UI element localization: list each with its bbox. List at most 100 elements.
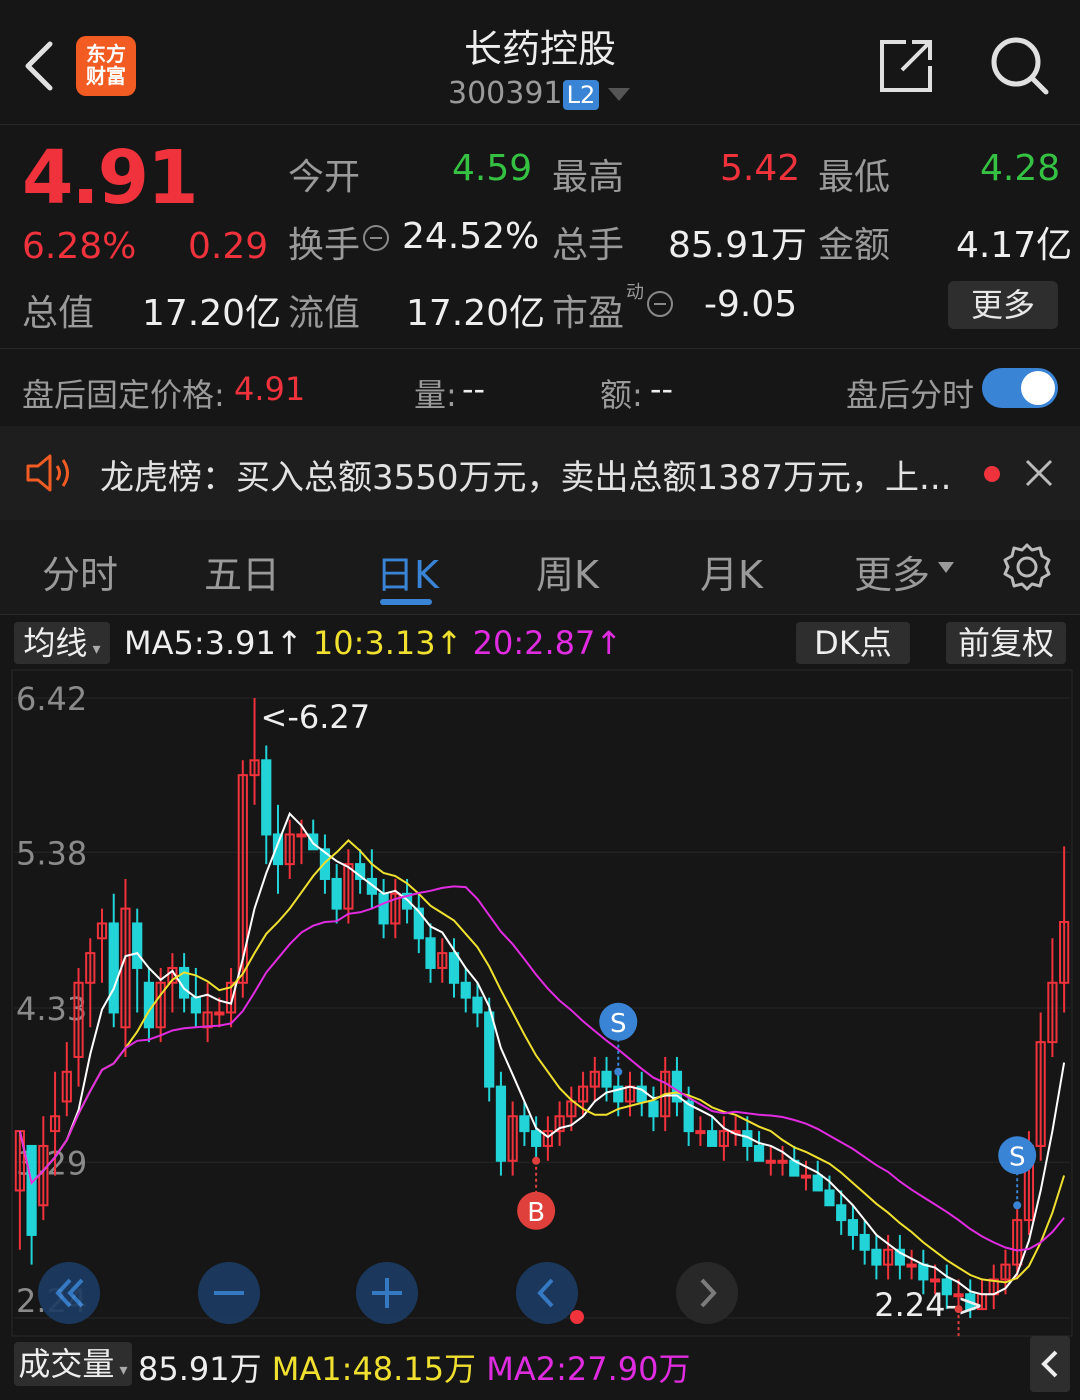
y-tick-label: 5.38 [16,834,87,872]
search-icon[interactable] [988,34,1052,98]
volume-indicator-select[interactable]: 成交量 ▾ [14,1342,132,1386]
candle-body [847,1219,859,1236]
tab-five-day[interactable]: 五日 [204,544,280,599]
volume-ma1: MA1:48.15万 [271,1350,477,1388]
expand-panel-button[interactable] [1030,1336,1070,1392]
candle-body [378,892,389,925]
candle-body [190,996,201,1014]
indicator-dot [570,1310,584,1324]
news-text: 龙虎榜：买入总额3550万元，卖出总额1387万元，上... [100,458,952,498]
kline-chart[interactable]: 6.425.384.333.292.24<-6.272.24->BSBS [0,668,1080,1338]
candle-body [214,1011,225,1016]
candle-body [918,1263,929,1281]
adjust-mode-label: 前复权 [957,624,1054,662]
candle-body [108,922,119,1014]
candle-body [331,877,342,910]
float-cap-label: 流值 [288,293,361,334]
after-hours-toggle[interactable] [982,368,1058,408]
change-percent: 6.28% [22,226,137,267]
minus-icon [214,1291,244,1295]
stock-code: 300391 [448,76,563,111]
pe-label: 市盈 [552,293,625,334]
volume-ma2: MA2:27.90万 [486,1350,691,1388]
after-hours-amt: -- [650,370,674,408]
close-icon[interactable] [1024,458,1054,488]
level2-badge[interactable]: L2 [563,80,599,110]
ma-values-row: MA5:3.91↑ 10:3.13↑ 20:2.87↑ [124,624,622,662]
double-chevron-left-icon [55,1278,84,1308]
zoom-out-button[interactable] [198,1262,260,1324]
after-hours-amt-label: 额: [600,376,643,414]
more-quote-button[interactable]: 更多 [948,281,1058,329]
candle-body [648,1100,659,1118]
tab-daily-k[interactable]: 日K [376,544,439,599]
tab-monthly-k[interactable]: 月K [700,544,763,599]
unread-dot [984,466,1000,482]
speaker-icon [26,454,69,492]
buy-marker-label: B [527,1198,545,1228]
candle-body [812,1174,823,1192]
ma-select[interactable]: 均线 ▾ [14,622,110,664]
dk-points-button[interactable]: DK点 [796,622,910,664]
sell-marker-point [614,1067,623,1076]
scroll-left-button[interactable] [516,1262,578,1324]
divider [0,348,1080,349]
tab-weekly-k[interactable]: 周K [536,544,599,599]
pe-value: -9.05 [704,284,798,325]
volume-value: 85.91万 [668,225,808,266]
candle-body [800,1174,812,1179]
zoom-in-button[interactable] [356,1262,418,1324]
candle-body [132,922,143,969]
ma10-value: 10:3.13↑ [312,624,463,662]
volume-current: 85.91万 [138,1350,262,1388]
active-tab-indicator [380,599,432,605]
candle-body [777,1159,788,1164]
candle-body [601,1070,612,1088]
max-price-label: <-6.27 [261,698,371,736]
open-value: 4.59 [452,148,533,189]
candle-body [906,1263,917,1268]
after-hours-vol: -- [462,370,486,408]
sell-marker-label: S [610,1009,627,1039]
turnover-label: 换手 [288,225,361,266]
candle-body [531,1130,542,1147]
plus-icon [372,1278,402,1308]
candle-body [448,952,460,984]
candle-body [836,1204,847,1222]
volume-values-row: 85.91万 MA1:48.15万 MA2:27.90万 [138,1344,691,1390]
buy-marker-point [532,1156,541,1165]
low-value: 4.28 [980,148,1061,189]
candle-body [824,1189,835,1207]
last-price: 4.91 [22,135,199,221]
scroll-start-button[interactable] [38,1262,100,1324]
candle-body [143,981,155,1029]
news-banner[interactable]: 龙虎榜：买入总额3550万元，卖出总额1387万元，上... [0,426,1080,520]
caret-down-icon[interactable] [608,88,630,102]
candle-body [871,1248,882,1266]
change-amount: 0.29 [188,226,269,267]
market-cap-label: 总值 [22,293,95,334]
caret-down-icon [938,562,954,573]
candle-body [707,1130,718,1147]
sell-marker-label: S [1009,1142,1026,1172]
scroll-right-button[interactable] [676,1262,738,1324]
info-circle-icon[interactable] [646,290,674,318]
market-cap-value: 17.20亿 [142,293,282,334]
buy-marker-point [954,1305,963,1314]
after-hours-price: 4.91 [234,370,306,408]
tab-more[interactable]: 更多 [854,544,930,599]
candle-body [929,1278,941,1283]
settings-gear-icon[interactable] [1002,542,1052,592]
candle-body [425,937,436,969]
volume-select-label: 成交量 [18,1345,115,1383]
tab-intraday[interactable]: 分时 [42,544,118,599]
float-cap-value: 17.20亿 [406,293,546,334]
high-value: 5.42 [720,148,801,189]
candle-body [472,996,483,1014]
sell-marker-point [1013,1201,1022,1210]
candle-body [519,1115,530,1133]
adjust-mode-button[interactable]: 前复权 [946,622,1066,664]
info-circle-icon[interactable] [362,224,390,252]
share-icon[interactable] [876,36,936,96]
low-label: 最低 [818,157,891,198]
